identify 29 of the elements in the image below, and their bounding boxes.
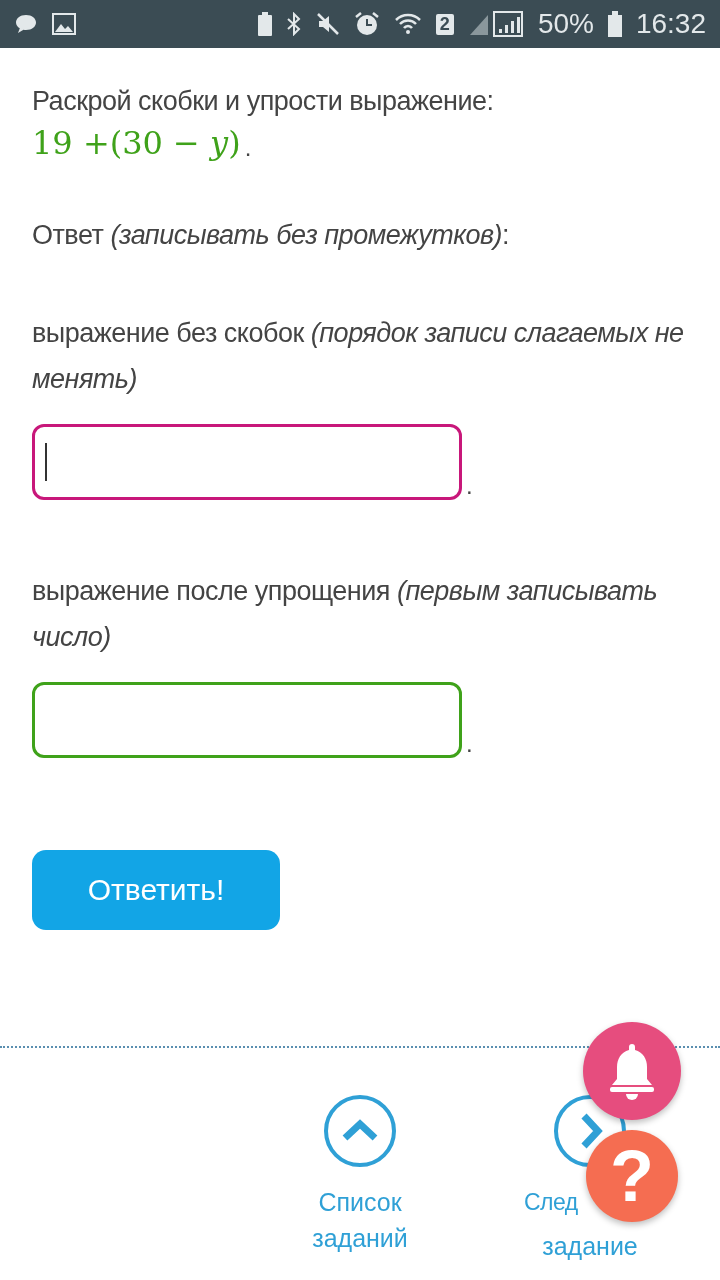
nav-label[interactable]: Список: [318, 1184, 402, 1220]
submit-button[interactable]: Ответить!: [32, 850, 280, 930]
period: .: [466, 730, 473, 758]
nav-label[interactable]: задание: [542, 1228, 638, 1264]
period: .: [244, 134, 252, 162]
sim-badge: 2: [435, 13, 454, 35]
field-label: выражение после упрощения (первым записывать число): [32, 575, 659, 654]
nav-label[interactable]: заданий: [312, 1220, 408, 1256]
period: .: [466, 472, 473, 500]
alarm-icon: [353, 11, 380, 37]
math-expression: 19 +(30 − y): [32, 124, 241, 162]
mute-icon: [315, 12, 340, 36]
chevron-up-icon: [323, 1094, 397, 1168]
help-button[interactable]: ?: [586, 1130, 678, 1222]
field-label: выражение без скобок (порядок записи слагаемых не менять): [32, 317, 685, 396]
notifications-button[interactable]: [583, 1022, 681, 1120]
bluetooth-icon: [285, 12, 302, 36]
answer-instruction: Ответ (записывать без промежутков):: [32, 219, 511, 252]
answer-field[interactable]: [32, 424, 462, 500]
wifi-icon: [393, 12, 422, 36]
signal-icon: [467, 11, 524, 37]
image-icon: [52, 13, 76, 35]
battery-icon: [607, 11, 622, 37]
battery-percent: 50%: [537, 8, 594, 40]
task-prompt: Раскрой скобки и упрости выражение:: [32, 85, 495, 118]
answer-field[interactable]: [32, 682, 462, 758]
nav-label[interactable]: След: [524, 1184, 578, 1220]
clock: 16:32: [635, 8, 706, 40]
chat-icon: [14, 13, 38, 35]
